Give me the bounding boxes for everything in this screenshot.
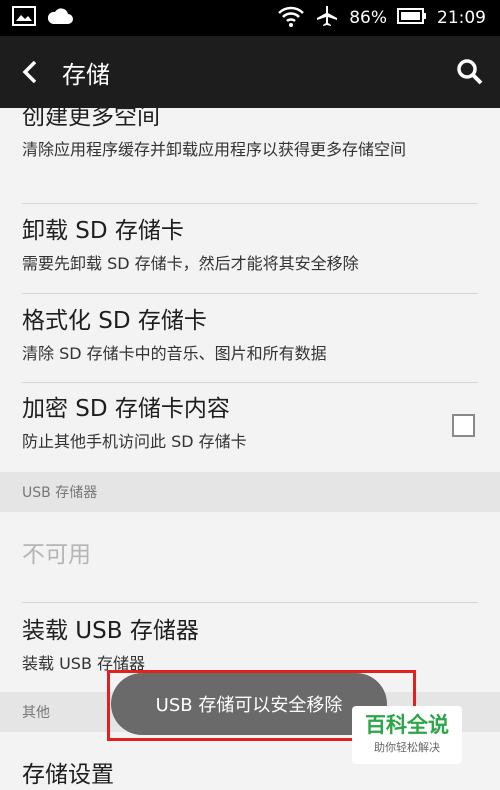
page-title: 存储 (62, 60, 110, 89)
back-icon[interactable] (0, 36, 60, 108)
encrypt-checkbox[interactable] (452, 414, 475, 437)
cloud-icon (46, 6, 74, 31)
section-header-usb: USB 存储器 (0, 472, 500, 512)
list-item-mount-usb[interactable]: 装载 USB 存储器 装载 USB 存储器 (0, 616, 500, 675)
list-item-encrypt-sd[interactable]: 加密 SD 存储卡内容 防止其他手机访问此 SD 存储卡 (0, 394, 500, 453)
item-title: 不可用 (22, 542, 91, 568)
image-icon (12, 5, 36, 31)
list-item-unmount-sd[interactable]: 卸载 SD 存储卡 需要先卸载 SD 存储卡，然后才能将其安全移除 (0, 216, 500, 275)
item-title: 创建更多空间 (22, 108, 160, 130)
divider (22, 293, 478, 294)
item-subtitle: 清除应用程序缓存并卸载应用程序以获得更多存储空间 (22, 140, 407, 159)
wifi-icon (277, 4, 305, 33)
divider (22, 203, 478, 204)
search-icon[interactable] (440, 36, 500, 108)
watermark-title: 百科全说 (365, 713, 449, 737)
battery-percent: 86% (349, 8, 387, 28)
watermark-logo: 百科全说 助你轻松解决 (352, 706, 462, 764)
item-title: 加密 SD 存储卡内容 (22, 396, 230, 422)
app-bar: 存储 (0, 36, 500, 108)
watermark-subtitle: 助你轻松解决 (374, 741, 440, 754)
item-subtitle: 清除 SD 存储卡中的音乐、图片和所有数据 (22, 344, 327, 363)
list-item-storage-settings[interactable]: 存储设置 (0, 760, 500, 790)
item-title: 装载 USB 存储器 (22, 618, 199, 644)
airplane-icon (315, 4, 339, 33)
item-title: 卸载 SD 存储卡 (22, 218, 184, 244)
list-item-format-sd[interactable]: 格式化 SD 存储卡 清除 SD 存储卡中的音乐、图片和所有数据 (0, 306, 500, 365)
battery-icon (397, 7, 427, 29)
item-subtitle: 需要先卸载 SD 存储卡，然后才能将其安全移除 (22, 254, 359, 273)
clock: 21:09 (437, 8, 486, 28)
item-subtitle: 防止其他手机访问此 SD 存储卡 (22, 432, 247, 451)
list-item-create-space[interactable]: 创建更多空间 清除应用程序缓存并卸载应用程序以获得更多存储空间 (0, 108, 500, 161)
divider (22, 382, 478, 383)
list-item-usb-unavailable: 不可用 (0, 540, 500, 570)
item-title: 存储设置 (22, 762, 114, 788)
item-title: 格式化 SD 存储卡 (22, 308, 207, 334)
status-bar: 86% 21:09 (0, 0, 500, 36)
divider (22, 602, 478, 603)
